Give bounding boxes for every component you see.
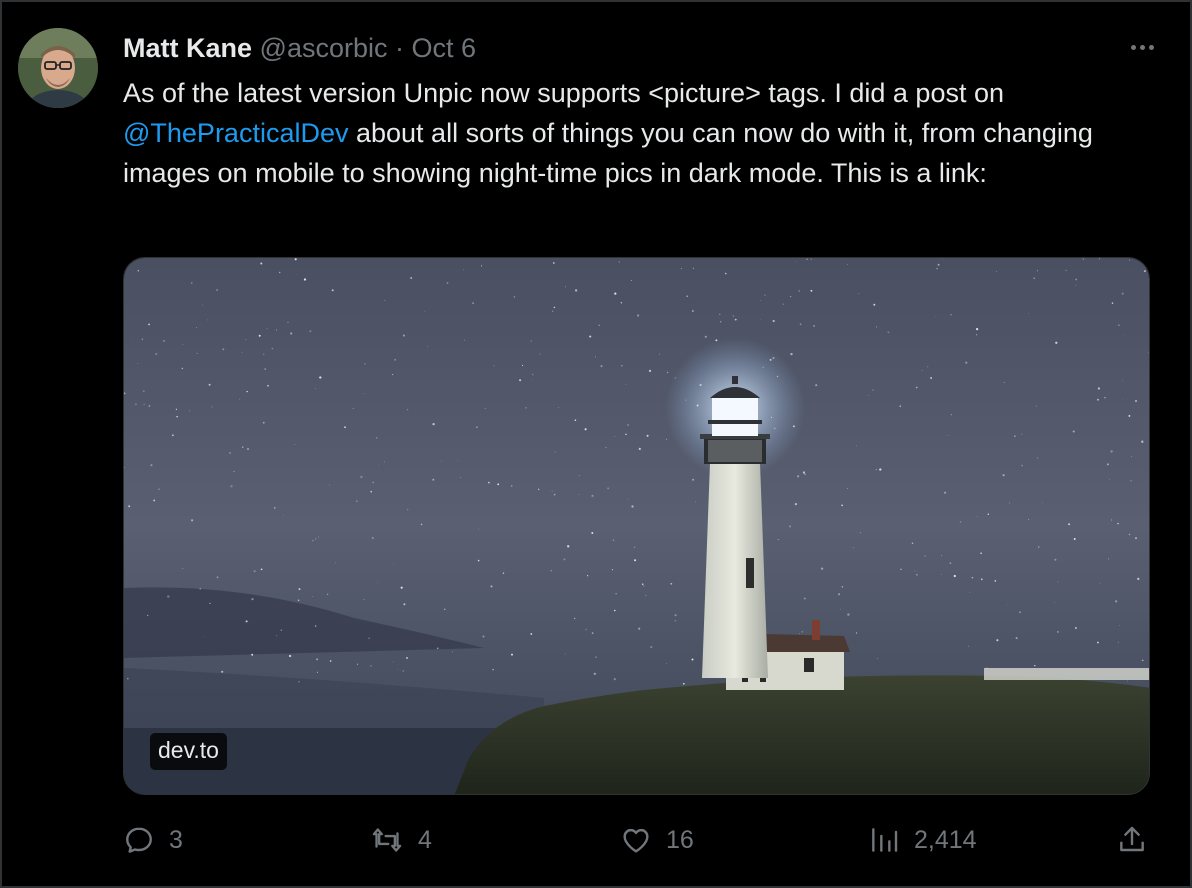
tweet-text-part1: As of the latest version Unpic now suppo…	[123, 78, 1004, 108]
card-domain: dev.to	[150, 733, 227, 770]
views-button[interactable]: 2,414	[868, 820, 977, 860]
author-handle[interactable]: @ascorbic	[260, 33, 388, 63]
avatar-image	[18, 28, 98, 108]
retweet-count: 4	[418, 825, 432, 854]
avatar[interactable]	[18, 28, 98, 108]
share-button[interactable]	[1116, 820, 1148, 860]
views-icon	[872, 828, 898, 852]
more-icon	[1130, 44, 1154, 50]
lighthouse-night-photo	[124, 258, 1149, 794]
retweet-icon	[372, 828, 402, 852]
more-button[interactable]	[1124, 32, 1160, 62]
header-separator: ·	[395, 33, 404, 63]
like-button[interactable]: 16	[620, 820, 694, 860]
reply-icon	[126, 827, 152, 853]
retweet-button[interactable]: 4	[370, 820, 432, 860]
action-bar: 3 4 16 2,414	[123, 820, 1153, 860]
tweet-header: Matt Kane @ascorbic · Oct 6	[123, 30, 476, 66]
tweet-text: As of the latest version Unpic now suppo…	[123, 73, 1153, 193]
heart-icon	[623, 828, 649, 853]
author-name[interactable]: Matt Kane	[123, 33, 252, 63]
share-icon	[1120, 826, 1144, 852]
reply-count: 3	[169, 825, 183, 854]
mention-link[interactable]: @ThePracticalDev	[123, 118, 348, 148]
reply-button[interactable]: 3	[123, 820, 183, 860]
tweet[interactable]: Matt Kane @ascorbic · Oct 6 As of the la…	[0, 0, 1192, 888]
link-card[interactable]: dev.to	[123, 257, 1150, 795]
views-count: 2,414	[914, 825, 977, 854]
like-count: 16	[666, 825, 694, 854]
tweet-date[interactable]: Oct 6	[412, 33, 477, 63]
